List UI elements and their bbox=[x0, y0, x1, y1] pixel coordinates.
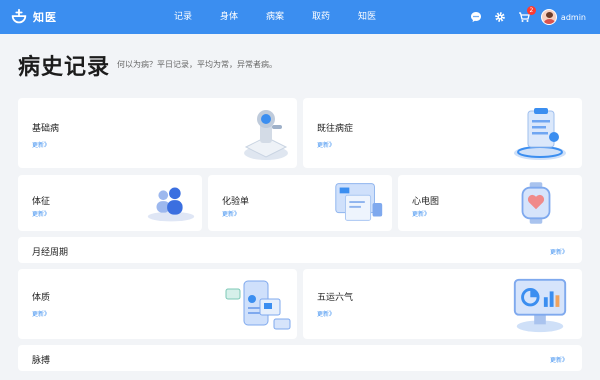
top-navigation-bar: 知医 记录 身体 病案 取药 知医 2 admin bbox=[0, 0, 600, 34]
card-pulse[interactable]: 脉搏 更新》 bbox=[18, 345, 582, 371]
page-title: 病史记录 bbox=[18, 55, 111, 80]
card-title: 心电图 bbox=[412, 197, 440, 207]
nav-item-zhiyi[interactable]: 知医 bbox=[344, 0, 390, 34]
update-link[interactable]: 更新》 bbox=[550, 355, 568, 364]
card-title: 五运六气 bbox=[317, 293, 354, 303]
card-title: 基础病 bbox=[32, 124, 60, 134]
card-lab-report[interactable]: 化验单 更新》 bbox=[208, 175, 392, 231]
card-menstrual-cycle[interactable]: 月经周期 更新》 bbox=[18, 237, 582, 263]
microscope-icon bbox=[244, 110, 288, 160]
smartwatch-heart-icon bbox=[521, 182, 551, 224]
nav-item-medicine[interactable]: 取药 bbox=[298, 0, 344, 34]
update-link[interactable]: 更新》 bbox=[32, 209, 50, 218]
monitor-chart-icon bbox=[513, 278, 567, 333]
update-link[interactable]: 更新》 bbox=[32, 140, 50, 149]
update-link[interactable]: 更新》 bbox=[317, 140, 335, 149]
avatar[interactable] bbox=[540, 9, 557, 25]
update-link[interactable]: 更新》 bbox=[317, 309, 335, 318]
card-past-illness[interactable]: 既往病症 更新》 bbox=[303, 98, 582, 168]
card-five-elements[interactable]: 五运六气 更新》 bbox=[303, 269, 582, 339]
people-icon bbox=[147, 187, 195, 222]
report-icon bbox=[335, 183, 383, 221]
update-link[interactable]: 更新》 bbox=[412, 209, 430, 218]
card-basic-disease[interactable]: 基础病 更新》 bbox=[18, 98, 297, 168]
nav-item-body[interactable]: 身体 bbox=[206, 0, 252, 34]
card-ecg[interactable]: 心电图 更新》 bbox=[398, 175, 582, 231]
username[interactable]: admin bbox=[561, 13, 586, 22]
card-title: 化验单 bbox=[222, 197, 250, 207]
cart-icon[interactable]: 2 bbox=[517, 6, 536, 24]
page-subtitle: 何以为病？平日记录，平均为常，异常者病。 bbox=[117, 60, 277, 69]
app-logo[interactable]: 知医 bbox=[10, 8, 57, 26]
main-nav: 记录 身体 病案 取药 知医 bbox=[160, 0, 390, 34]
card-vital-signs[interactable]: 体征 更新》 bbox=[18, 175, 202, 231]
card-title: 脉搏 bbox=[32, 356, 51, 366]
gear-icon[interactable] bbox=[493, 10, 507, 24]
logo-icon bbox=[11, 8, 27, 24]
cart-count-badge: 2 bbox=[526, 6, 536, 15]
app-name: 知医 bbox=[33, 11, 57, 24]
mobile-profile-icon bbox=[225, 280, 291, 330]
card-title: 既往病症 bbox=[317, 124, 354, 134]
nav-item-cases[interactable]: 病案 bbox=[252, 0, 298, 34]
card-constitution[interactable]: 体质 更新》 bbox=[18, 269, 297, 339]
update-link[interactable]: 更新》 bbox=[550, 247, 568, 256]
card-title: 体质 bbox=[32, 293, 51, 303]
nav-item-records[interactable]: 记录 bbox=[160, 0, 206, 34]
card-title: 体征 bbox=[32, 197, 51, 207]
update-link[interactable]: 更新》 bbox=[222, 209, 240, 218]
card-title: 月经周期 bbox=[32, 248, 69, 258]
header-actions: 2 admin bbox=[459, 0, 600, 34]
clipboard-icon bbox=[514, 108, 566, 160]
update-link[interactable]: 更新》 bbox=[32, 309, 50, 318]
message-icon[interactable] bbox=[469, 10, 483, 24]
